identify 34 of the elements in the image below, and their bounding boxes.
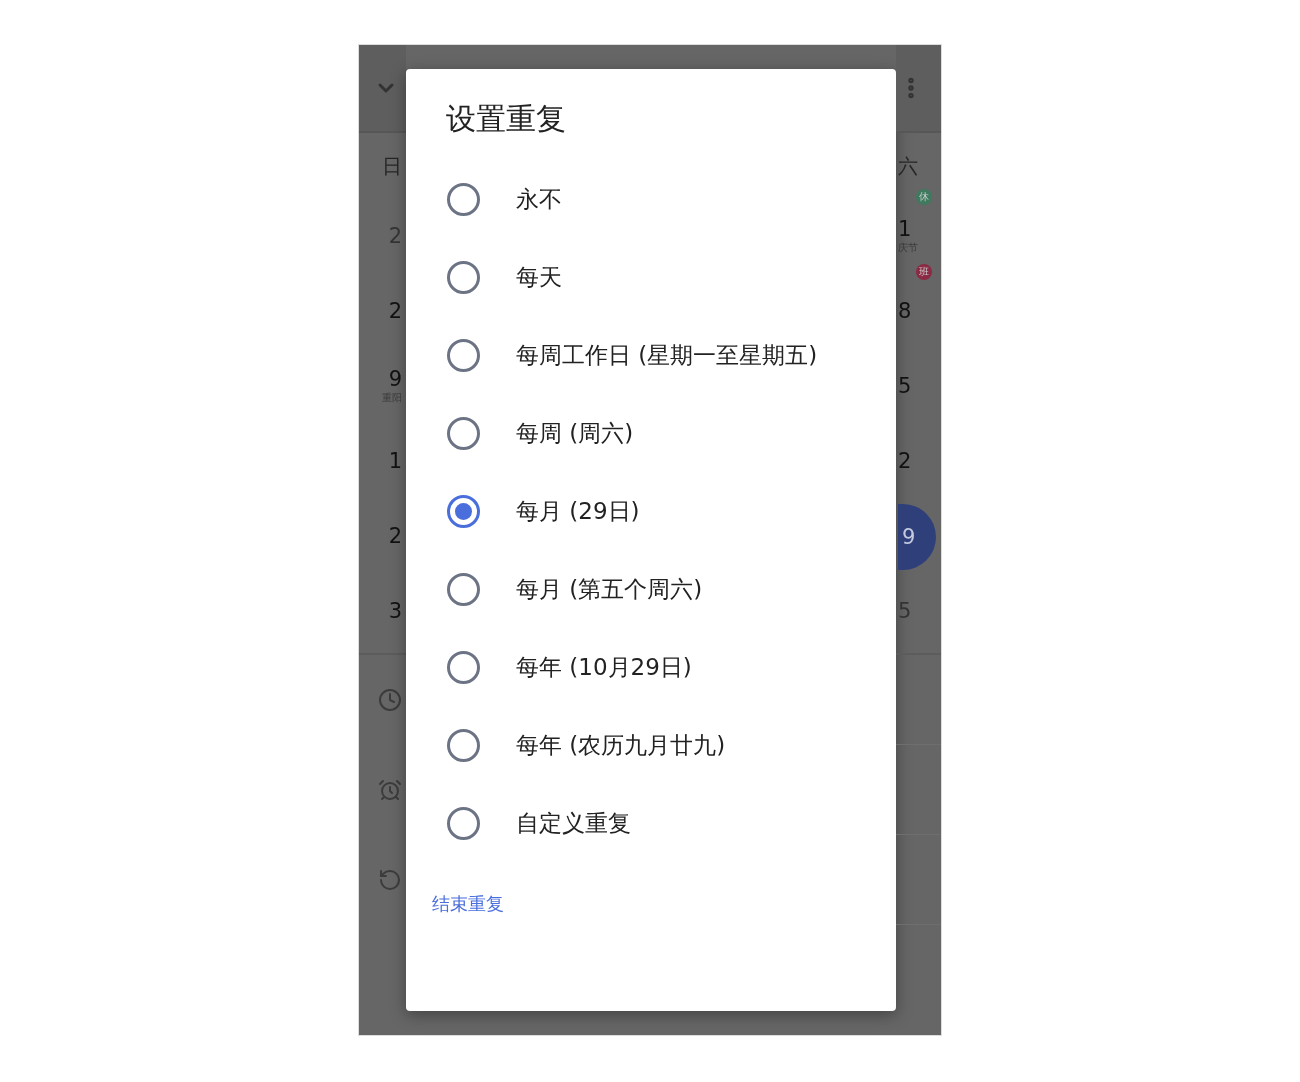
date-number[interactable]: 8: [898, 299, 912, 324]
radio-button[interactable]: [447, 260, 480, 294]
radio-button[interactable]: [447, 182, 480, 216]
date-number[interactable]: 5: [898, 374, 912, 399]
end-repeat-link[interactable]: 结束重复: [432, 892, 504, 916]
option-label[interactable]: 永不: [516, 183, 562, 215]
radio-button[interactable]: [447, 728, 480, 762]
dialog-title: 设置重复: [446, 100, 567, 138]
selected-date[interactable]: 9: [898, 503, 936, 570]
option-label[interactable]: 每月 (29日): [516, 495, 640, 527]
weekday-label: 六: [897, 152, 918, 180]
holiday-badge: 休: [916, 189, 932, 205]
radio-button[interactable]: [447, 494, 480, 528]
weekday-label: 日: [382, 152, 403, 180]
option-label[interactable]: 每天: [516, 261, 562, 293]
radio-button[interactable]: [447, 806, 480, 840]
option-label[interactable]: 每年 (10月29日): [516, 651, 692, 683]
holiday-badge: 班: [916, 264, 932, 280]
date-number[interactable]: 2: [388, 524, 402, 549]
date-number[interactable]: 9: [388, 367, 402, 392]
option-label[interactable]: 每月 (第五个周六): [516, 573, 703, 605]
option-label[interactable]: 每周 (周六): [516, 417, 634, 449]
date-number[interactable]: 2: [388, 299, 402, 324]
radio-button[interactable]: [447, 650, 480, 684]
date-number[interactable]: 2: [898, 449, 912, 474]
date-number[interactable]: 1: [898, 217, 912, 242]
date-number[interactable]: 3: [388, 599, 402, 624]
radio-button[interactable]: [447, 338, 480, 372]
option-label[interactable]: 每年 (农历九月廿九): [516, 729, 726, 761]
date-number[interactable]: 1: [388, 449, 402, 474]
option-label[interactable]: 自定义重复: [516, 807, 631, 839]
radio-button[interactable]: [447, 416, 480, 450]
radio-button[interactable]: [447, 572, 480, 606]
option-label[interactable]: 每周工作日 (星期一至星期五): [516, 339, 818, 371]
